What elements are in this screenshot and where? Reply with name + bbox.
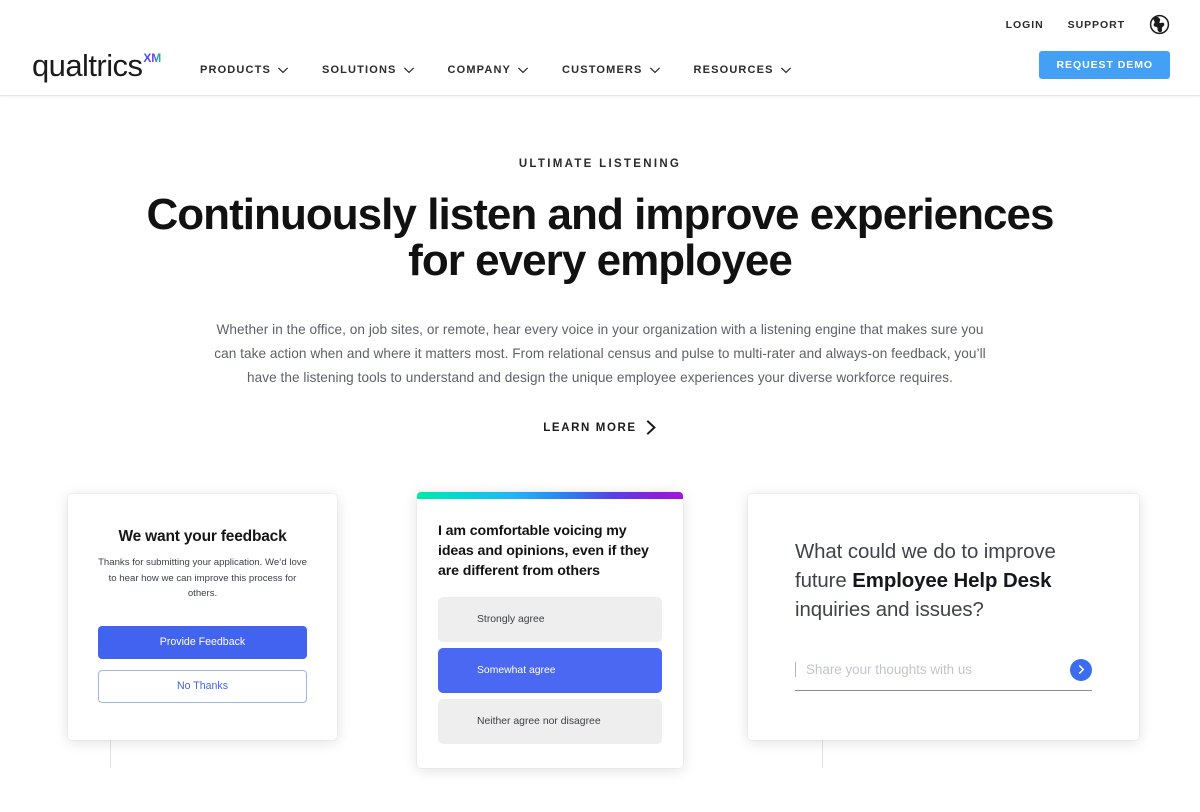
nav-label: CUSTOMERS [562, 64, 643, 76]
utility-nav: LOGIN SUPPORT [1006, 14, 1170, 35]
nav-label: SOLUTIONS [321, 64, 397, 76]
nav-item-resources[interactable]: RESOURCES [694, 64, 791, 76]
likert-survey-card: I am comfortable voicing my ideas and op… [417, 491, 683, 768]
card-gradient-accent-bar [417, 491, 683, 499]
feedback-card-body: Thanks for submitting your application. … [98, 556, 307, 600]
provide-feedback-button[interactable]: Provide Feedback [98, 625, 307, 659]
nav-item-products[interactable]: PRODUCTS [200, 64, 288, 76]
open-text-question-card: What could we do to improve future Emplo… [748, 493, 1139, 740]
product-preview-cards: We want your feedback Thanks for submitt… [0, 488, 1200, 768]
hero-description: Whether in the office, on job sites, or … [214, 321, 986, 386]
learn-more-label: LEARN MORE [543, 421, 637, 434]
learn-more-link[interactable]: LEARN MORE [543, 420, 656, 436]
nav-label: RESOURCES [693, 64, 774, 76]
survey-question: I am comfortable voicing my ideas and op… [438, 522, 649, 580]
hero-section: ULTIMATE LISTENING Continuously listen a… [0, 96, 1200, 436]
chevron-right-icon [1078, 665, 1084, 675]
chevron-down-icon [518, 66, 529, 73]
survey-option-label: Neither agree nor disagree [477, 716, 601, 728]
question-suffix: inquiries and issues? [795, 598, 984, 621]
chevron-down-icon [780, 66, 791, 73]
qualtrics-logo[interactable]: qualtrics XM [32, 50, 161, 81]
hero-eyebrow: ULTIMATE LISTENING [518, 158, 682, 170]
open-text-question: What could we do to improve future Emplo… [795, 538, 1092, 625]
survey-option[interactable]: Neither agree nor disagree [438, 699, 662, 745]
survey-option-list: Strongly agree Somewhat agree Neither ag… [438, 597, 662, 745]
chevron-down-icon [277, 66, 288, 73]
nav-item-solutions[interactable]: SOLUTIONS [322, 64, 414, 76]
site-header: LOGIN SUPPORT qualtrics XM PRODUCTS SOLU… [0, 0, 1200, 96]
brand-xm-superscript: XM [143, 51, 162, 65]
feedback-card-actions: Provide Feedback No Thanks [98, 625, 307, 703]
nav-item-company[interactable]: COMPANY [448, 64, 529, 76]
brand-wordmark: qualtrics [32, 48, 143, 83]
survey-option-label: Somewhat agree [477, 665, 556, 677]
chevron-down-icon [403, 66, 414, 73]
nav-label: PRODUCTS [200, 64, 271, 76]
utility-link-support[interactable]: SUPPORT [1068, 19, 1125, 31]
chevron-right-icon [646, 420, 656, 436]
survey-option-label: Strongly agree [477, 614, 545, 626]
survey-option[interactable]: Strongly agree [438, 597, 662, 643]
chevron-down-icon [649, 66, 660, 73]
no-thanks-button[interactable]: No Thanks [98, 669, 307, 703]
request-demo-button[interactable]: REQUEST DEMO [1039, 51, 1170, 79]
page-title: Continuously listen and improve experien… [146, 190, 1054, 285]
text-cursor [795, 662, 796, 678]
nav-label: COMPANY [447, 64, 512, 76]
submit-response-button[interactable] [1070, 658, 1092, 681]
main-navigation: PRODUCTS SOLUTIONS COMPANY CUSTOMERS RES… [200, 64, 791, 76]
question-emphasis: Employee Help Desk [852, 569, 1052, 592]
open-text-field-row [795, 658, 1092, 691]
nav-item-customers[interactable]: CUSTOMERS [562, 64, 660, 76]
feedback-card-title: We want your feedback [118, 527, 287, 545]
feedback-prompt-card: We want your feedback Thanks for submitt… [68, 493, 337, 740]
utility-link-login[interactable]: LOGIN [1006, 19, 1044, 31]
survey-option-selected[interactable]: Somewhat agree [438, 648, 662, 694]
share-thoughts-input[interactable] [806, 662, 1060, 678]
globe-icon[interactable] [1149, 14, 1170, 35]
